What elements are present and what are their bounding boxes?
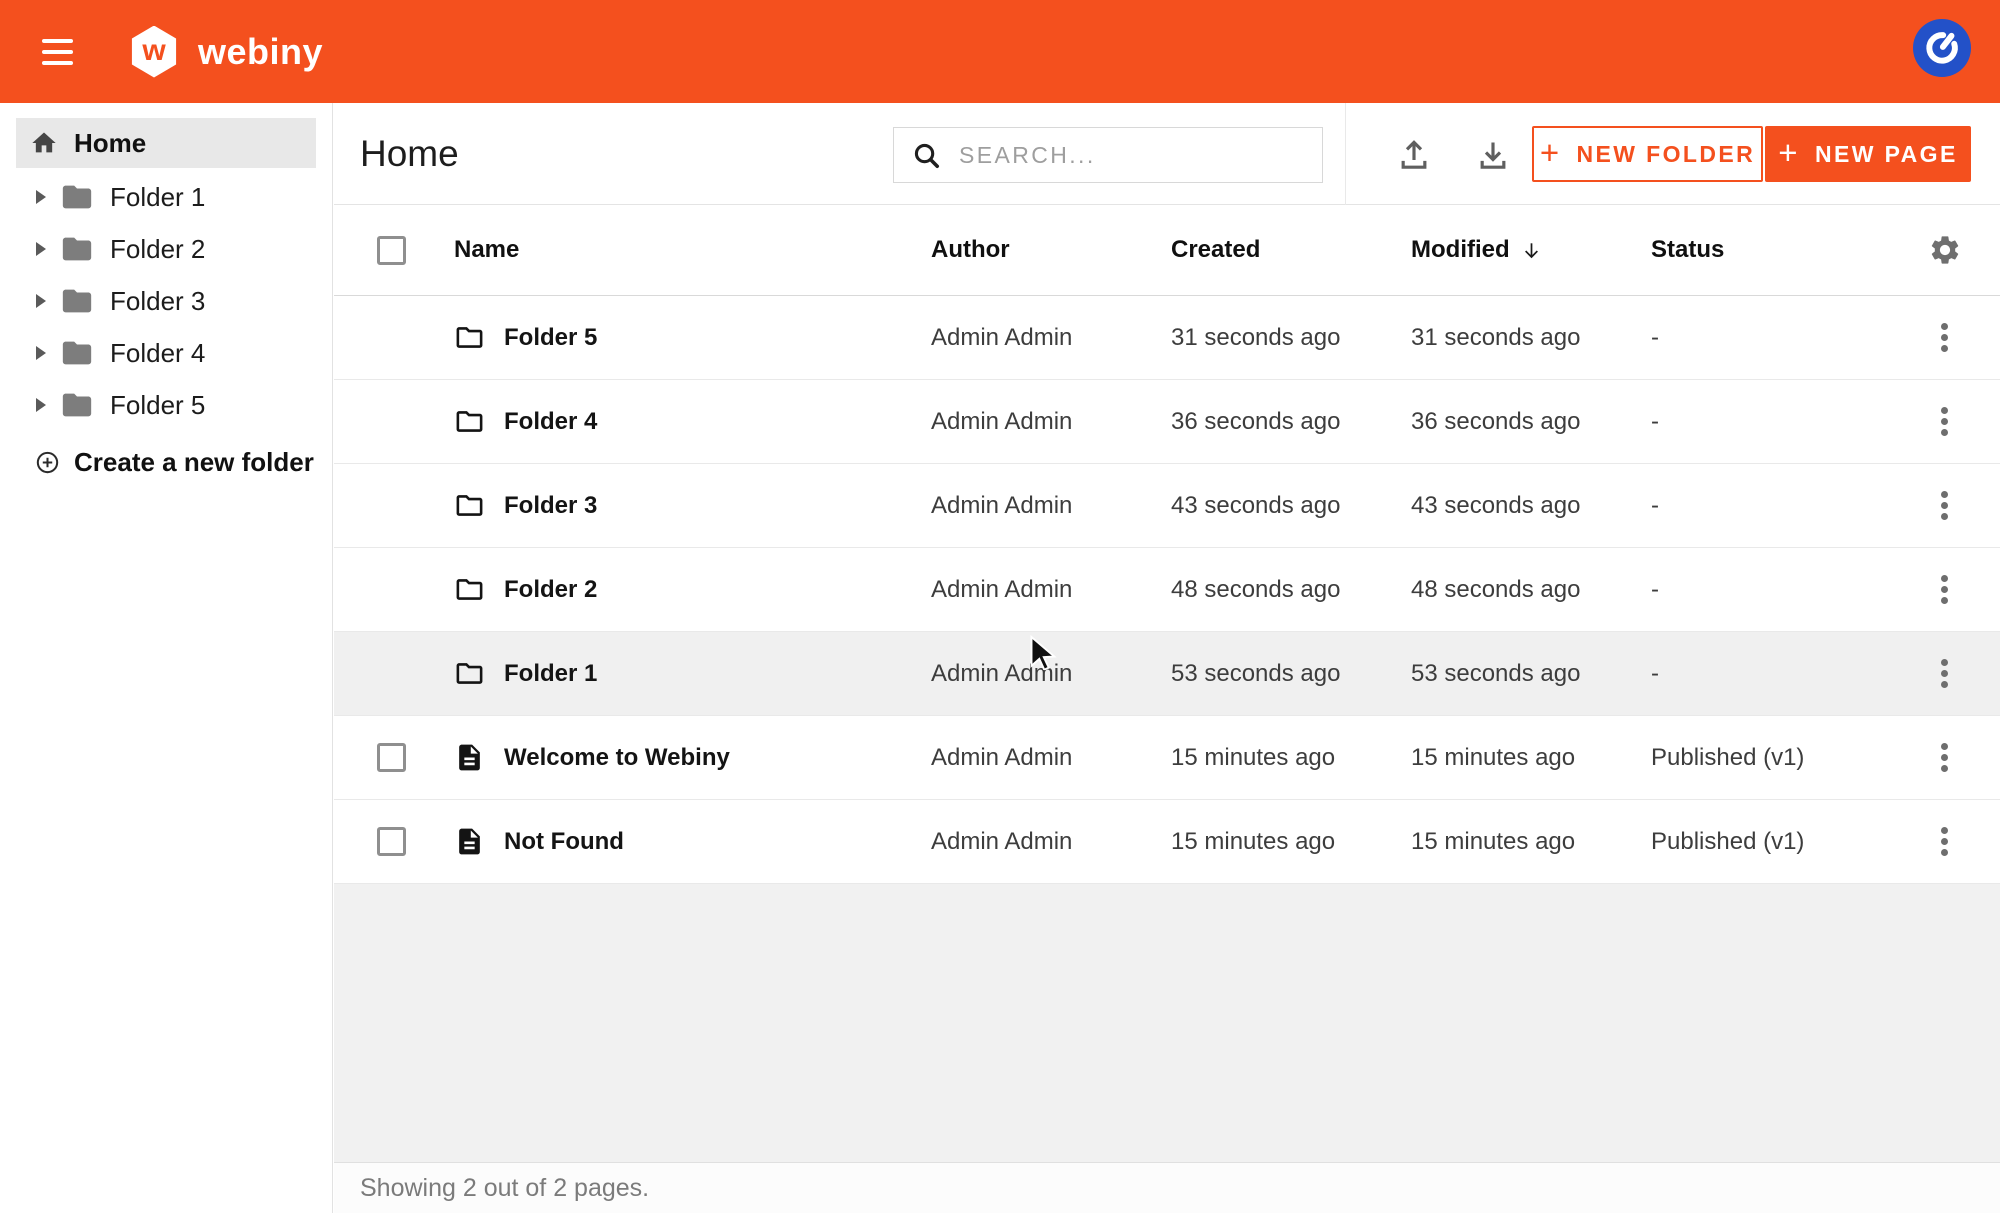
row-checkbox[interactable]	[377, 827, 406, 856]
webiny-logo-icon: w	[130, 26, 178, 78]
row-actions-menu-button[interactable]	[1923, 476, 1967, 536]
toolbar-divider	[1345, 103, 1346, 205]
webiny-page-manager: w webiny Home Folder 1 Folder 2	[0, 0, 2000, 1213]
kebab-icon	[1941, 670, 1948, 677]
folder-icon	[454, 406, 485, 437]
document-icon	[454, 826, 485, 857]
folder-icon	[60, 284, 94, 318]
folder-icon	[60, 388, 94, 422]
webiny-brand: w webiny	[130, 0, 323, 103]
column-header-modified[interactable]: Modified	[1411, 236, 1651, 264]
document-icon	[454, 742, 485, 773]
user-avatar[interactable]	[1913, 19, 1971, 77]
column-header-created: Created	[1171, 236, 1411, 264]
caret-right-icon[interactable]	[36, 242, 46, 256]
new-page-button[interactable]: + NEW PAGE	[1765, 126, 1971, 182]
folder-icon	[60, 336, 94, 370]
folder-icon	[60, 180, 94, 214]
sidebar-item-home[interactable]: Home	[16, 118, 316, 168]
create-new-folder-button[interactable]: Create a new folder	[0, 437, 332, 487]
row-actions-menu-button[interactable]	[1923, 392, 1967, 452]
table-settings-button[interactable]	[1923, 228, 1967, 272]
table-row-folder-4[interactable]: Folder 4 Admin Admin 36 seconds ago 36 s…	[334, 380, 2000, 464]
table-row-folder-5[interactable]: Folder 5 Admin Admin 31 seconds ago 31 s…	[334, 296, 2000, 380]
sidebar-item-folder-5[interactable]: Folder 5	[0, 379, 332, 431]
folders-sidebar: Home Folder 1 Folder 2 Folder 3 Folde	[0, 103, 333, 1213]
caret-right-icon[interactable]	[36, 346, 46, 360]
new-folder-button[interactable]: + NEW FOLDER	[1532, 126, 1763, 182]
top-app-bar: w webiny	[0, 0, 2000, 103]
row-actions-menu-button[interactable]	[1923, 560, 1967, 620]
download-icon	[1473, 135, 1513, 175]
table-row-folder-2[interactable]: Folder 2 Admin Admin 48 seconds ago 48 s…	[334, 548, 2000, 632]
sort-descending-icon	[1520, 239, 1543, 262]
empty-list-area	[334, 884, 2000, 1162]
folder-tree: Folder 1 Folder 2 Folder 3 Folder 4 Fold	[0, 171, 332, 431]
hamburger-menu-icon[interactable]	[42, 33, 82, 71]
row-actions-menu-button[interactable]	[1923, 644, 1967, 704]
main-content: Home + NEW FOLDER + NEW PAGE	[334, 103, 2000, 1213]
sidebar-item-folder-4[interactable]: Folder 4	[0, 327, 332, 379]
search-icon	[911, 140, 942, 171]
toolbar: Home + NEW FOLDER + NEW PAGE	[334, 103, 2000, 205]
kebab-icon	[1941, 838, 1948, 845]
column-header-name: Name	[454, 236, 931, 264]
folder-icon	[454, 574, 485, 605]
sidebar-item-folder-2[interactable]: Folder 2	[0, 223, 332, 275]
kebab-icon	[1941, 754, 1948, 761]
table-row-not-found[interactable]: Not Found Admin Admin 15 minutes ago 15 …	[334, 800, 2000, 884]
table-row-folder-1[interactable]: Folder 1 Admin Admin 53 seconds ago 53 s…	[334, 632, 2000, 716]
plus-circle-icon	[34, 449, 61, 476]
row-actions-menu-button[interactable]	[1923, 728, 1967, 788]
caret-right-icon[interactable]	[36, 398, 46, 412]
gravatar-icon	[1921, 27, 1963, 69]
table-row-folder-3[interactable]: Folder 3 Admin Admin 43 seconds ago 43 s…	[334, 464, 2000, 548]
folder-icon	[60, 232, 94, 266]
caret-right-icon[interactable]	[36, 294, 46, 308]
folder-icon	[454, 490, 485, 521]
row-actions-menu-button[interactable]	[1923, 308, 1967, 368]
folder-icon	[454, 322, 485, 353]
row-actions-menu-button[interactable]	[1923, 812, 1967, 872]
column-header-status: Status	[1651, 236, 1889, 264]
import-pages-button[interactable]	[1391, 132, 1437, 178]
kebab-icon	[1941, 502, 1948, 509]
table-header: Name Author Created Modified Status	[334, 205, 2000, 296]
column-header-author: Author	[931, 236, 1171, 264]
search-input[interactable]	[959, 128, 1322, 182]
select-all-checkbox[interactable]	[377, 236, 406, 265]
kebab-icon	[1941, 586, 1948, 593]
gear-icon	[1928, 233, 1962, 267]
row-checkbox[interactable]	[377, 743, 406, 772]
kebab-icon	[1941, 418, 1948, 425]
export-pages-button[interactable]	[1470, 132, 1516, 178]
brand-wordmark: webiny	[198, 31, 323, 73]
search-box	[893, 127, 1323, 183]
upload-icon	[1394, 135, 1434, 175]
pagination-summary: Showing 2 out of 2 pages.	[334, 1162, 2000, 1213]
home-icon	[30, 129, 58, 157]
sidebar-item-folder-3[interactable]: Folder 3	[0, 275, 332, 327]
page-title: Home	[360, 103, 459, 205]
caret-right-icon[interactable]	[36, 190, 46, 204]
table-row-welcome-to-webiny[interactable]: Welcome to Webiny Admin Admin 15 minutes…	[334, 716, 2000, 800]
kebab-icon	[1941, 334, 1948, 341]
sidebar-home-label: Home	[74, 128, 146, 159]
sidebar-item-folder-1[interactable]: Folder 1	[0, 171, 332, 223]
folder-icon	[454, 658, 485, 689]
